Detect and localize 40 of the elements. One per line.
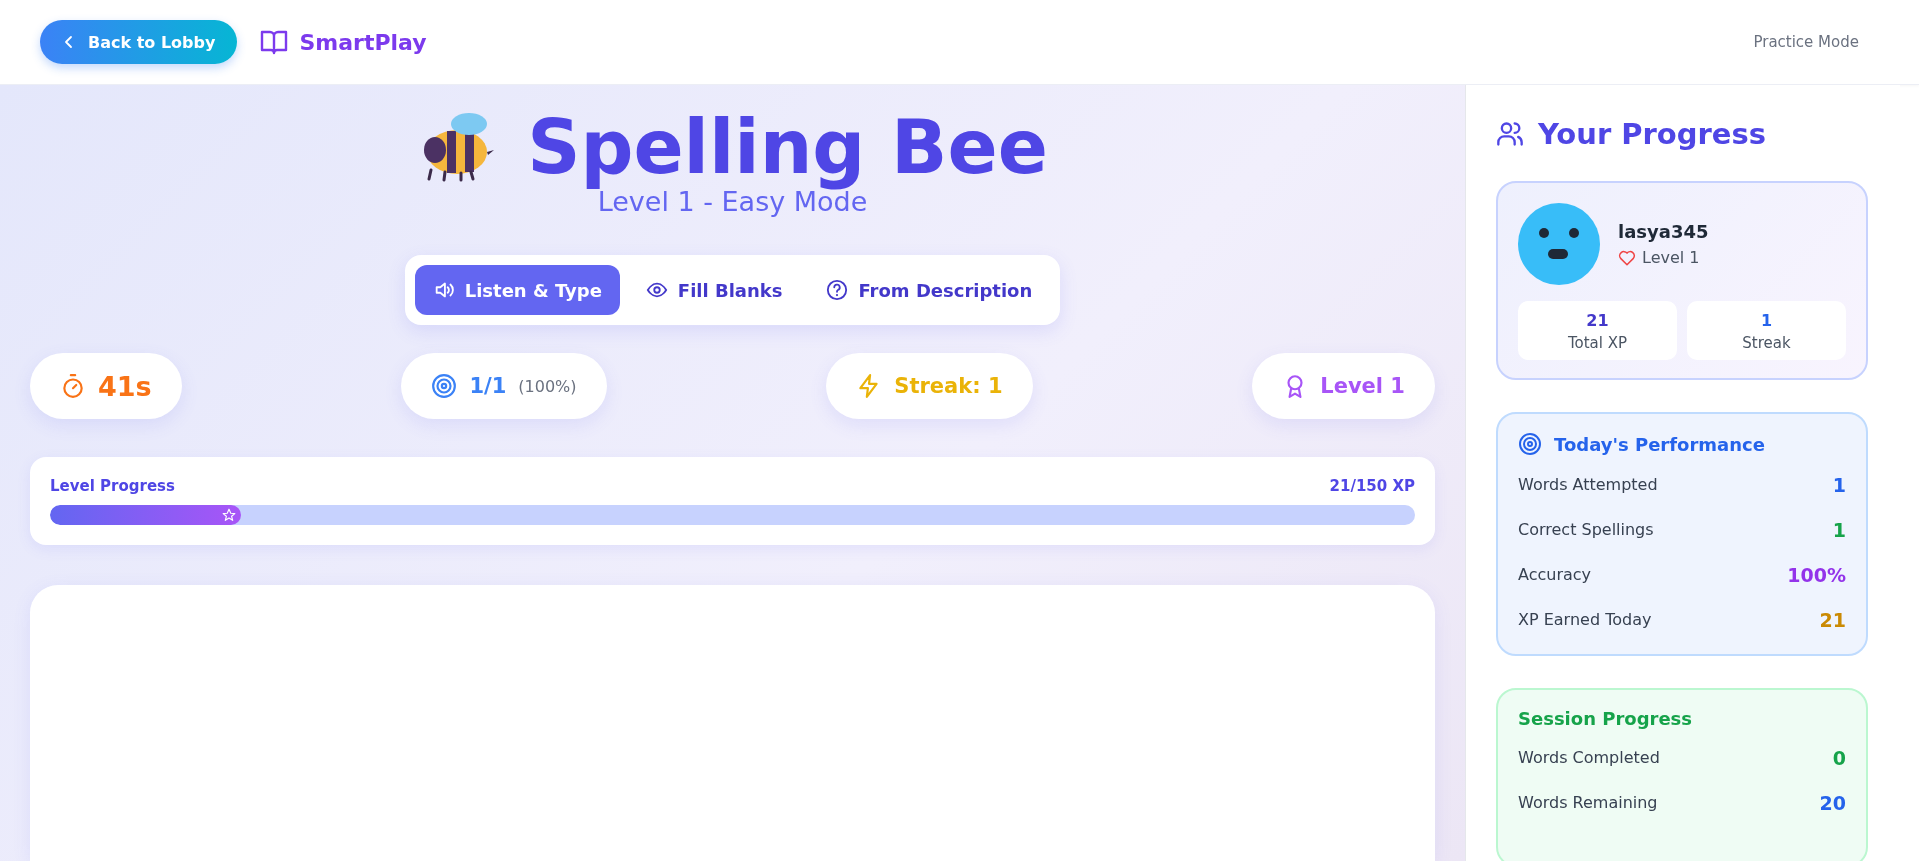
stat-tile-label: Streak (1742, 334, 1791, 352)
stat-value: Level 1 (1320, 374, 1405, 399)
card-title: Session Progress (1518, 708, 1694, 729)
users-icon (1496, 120, 1524, 148)
row-value: 1 (1832, 518, 1846, 541)
stat-value: Streak: 1 (894, 374, 1003, 399)
game-title: Spelling Bee (527, 107, 1048, 189)
mode-label: Practice Mode (1753, 33, 1859, 51)
row-value: 21 (1819, 608, 1846, 631)
stat-tile-value: 21 (1586, 311, 1609, 330)
star-icon (222, 508, 237, 523)
mode-tab[interactable]: From Description (808, 265, 1051, 316)
row-value: 20 (1819, 791, 1846, 814)
stat-tile-value: 1 (1760, 311, 1773, 330)
row-label: Words Attempted (1518, 475, 1658, 494)
card-title: Today's Performance (1554, 433, 1765, 455)
stat-tile-label: Total XP (1567, 334, 1628, 352)
stat-value: 1/1 (469, 374, 507, 399)
sidebar-title: Your Progress (1538, 117, 1767, 151)
stat-note: (100%) (518, 376, 577, 396)
stat-value: 41s (98, 370, 152, 402)
question-icon (826, 279, 849, 302)
row-label: Words Remaining (1518, 793, 1658, 812)
row-label: Accuracy (1518, 565, 1592, 584)
row-value: 1 (1832, 473, 1846, 496)
brand-name: SmartPlay (299, 29, 427, 55)
row-value: 0 (1832, 746, 1846, 769)
heart-icon (1618, 248, 1636, 267)
mode-tab[interactable]: Listen & Type (414, 265, 620, 316)
progress-label: Level Progress (50, 477, 175, 496)
row-label: XP Earned Today (1518, 610, 1652, 629)
row-label: Correct Spellings (1518, 520, 1654, 539)
progress-reading: 21/150 XP (1329, 477, 1415, 496)
mode-tab[interactable]: Fill Blanks (627, 265, 801, 316)
book-icon (259, 28, 290, 56)
target-icon (1518, 432, 1542, 456)
row-label: Words Completed (1518, 748, 1660, 767)
row-value: 100% (1787, 563, 1846, 586)
username: lasya345 (1618, 221, 1709, 242)
user-level: Level 1 (1642, 248, 1700, 267)
